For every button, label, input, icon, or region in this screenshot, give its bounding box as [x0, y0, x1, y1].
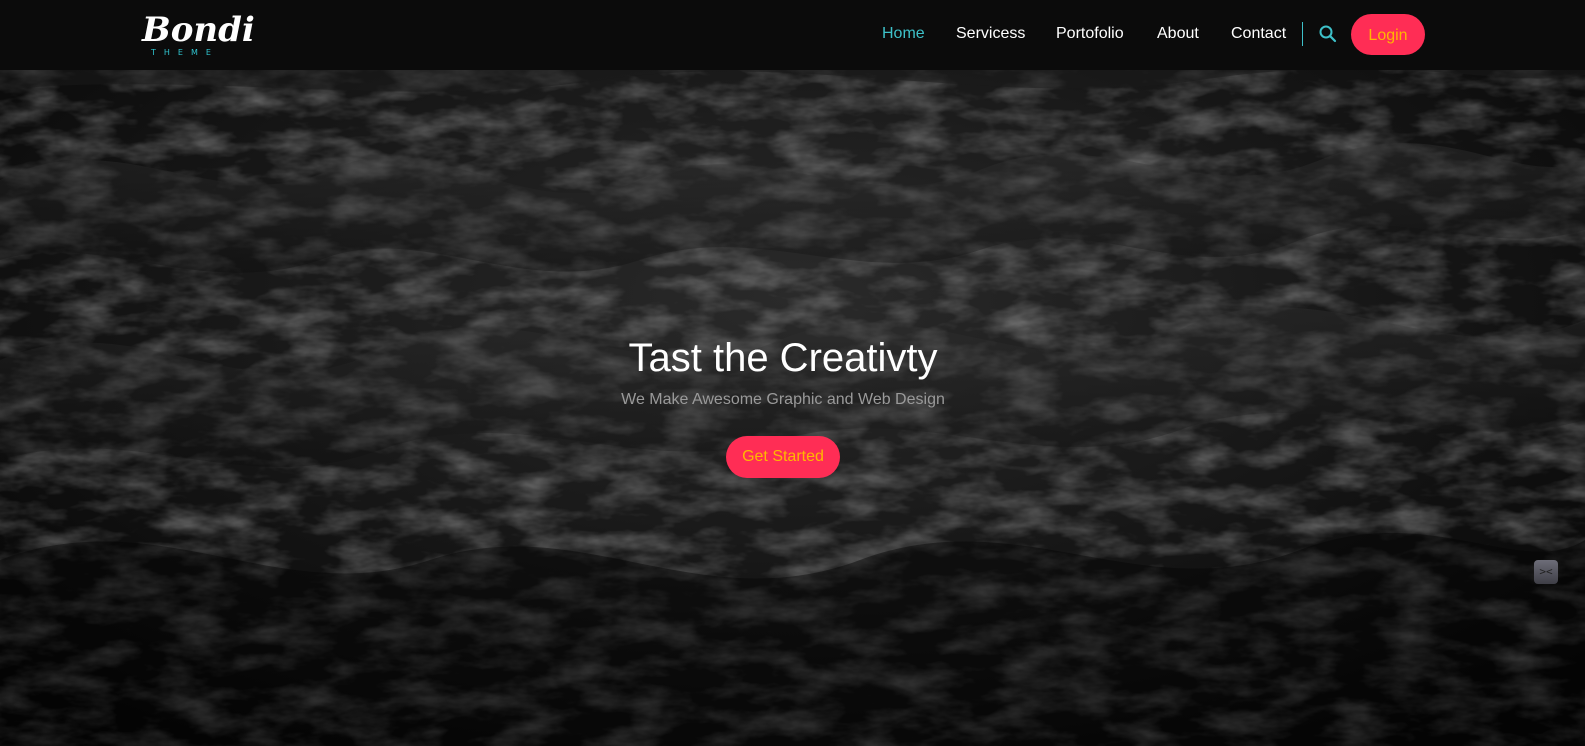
emoji-face-icon: ><: [1539, 565, 1553, 578]
hero-title: Tast the Creativty: [628, 336, 938, 380]
brand-logo[interactable]: Bondi THEME: [142, 10, 255, 60]
nav-item-home[interactable]: Home: [882, 24, 925, 44]
search-icon[interactable]: [1318, 24, 1338, 44]
hero-subtitle: We Make Awesome Graphic and Web Design: [621, 391, 945, 408]
logo-script-text: Bondi: [142, 10, 255, 50]
hero-content: Tast the Creativty We Make Awesome Graph…: [0, 0, 1585, 746]
floating-widget-button[interactable]: ><: [1534, 560, 1558, 584]
nav-item-servicess[interactable]: Servicess: [956, 24, 1025, 44]
logo-subtitle: THEME: [151, 48, 219, 57]
nav-divider: [1302, 22, 1303, 46]
nav-item-portofolio[interactable]: Portofolio: [1056, 24, 1124, 44]
nav-item-about[interactable]: About: [1157, 24, 1199, 44]
landing-page: Bondi THEME Home Servicess Portofolio Ab…: [0, 0, 1585, 746]
get-started-button[interactable]: Get Started: [726, 436, 840, 478]
login-button[interactable]: Login: [1351, 14, 1425, 55]
navbar: Bondi THEME Home Servicess Portofolio Ab…: [0, 0, 1585, 70]
nav-item-contact[interactable]: Contact: [1231, 24, 1286, 44]
